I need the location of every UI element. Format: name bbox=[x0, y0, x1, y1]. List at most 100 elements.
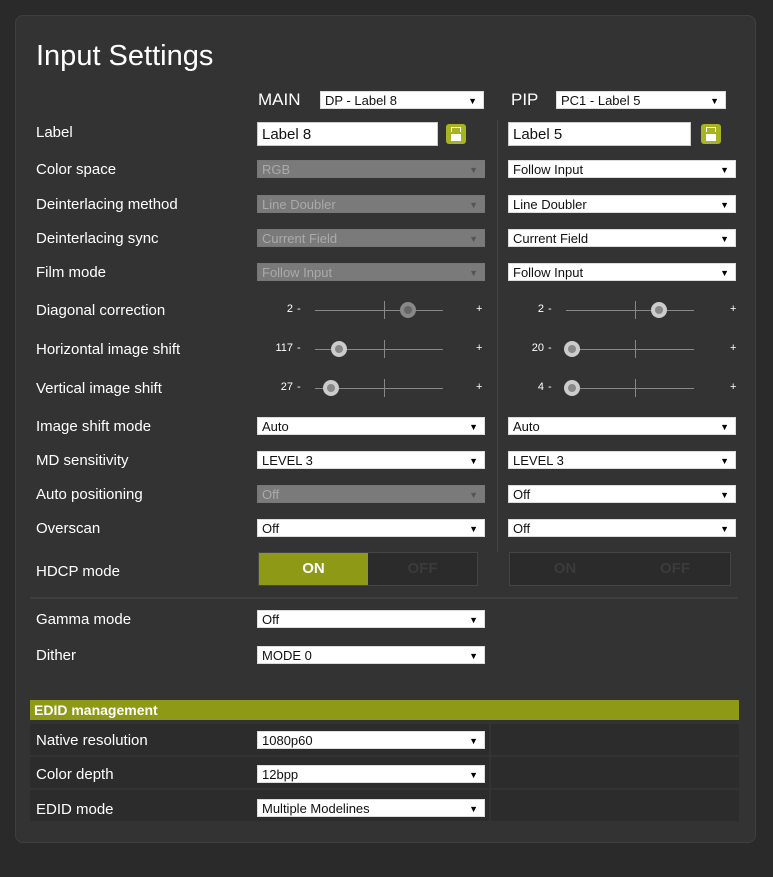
main-diagonal-slider: 2- + bbox=[257, 300, 487, 320]
chevron-down-icon: ▼ bbox=[469, 268, 478, 278]
native-resolution-value: 1080p60 bbox=[262, 733, 313, 748]
chevron-down-icon: ▼ bbox=[720, 422, 729, 432]
slider-center-tick bbox=[384, 340, 385, 358]
gamma-mode-select[interactable]: Off ▼ bbox=[257, 610, 485, 628]
slider-value: 4 bbox=[537, 381, 544, 393]
main-overscan-select[interactable]: Off ▼ bbox=[257, 519, 485, 537]
hdcp-off-option[interactable]: OFF bbox=[368, 553, 477, 585]
chevron-down-icon: ▼ bbox=[469, 422, 478, 432]
slider-value: 2 bbox=[286, 303, 293, 315]
main-save-icon[interactable] bbox=[446, 124, 466, 144]
main-hshift-slider[interactable]: 117- + bbox=[257, 339, 487, 359]
deint-sync-label: Deinterlacing sync bbox=[36, 230, 159, 247]
plus-sign: + bbox=[730, 342, 737, 354]
native-resolution-select[interactable]: 1080p60 ▼ bbox=[257, 731, 485, 749]
auto-positioning-label: Auto positioning bbox=[36, 486, 143, 503]
pip-md-sensitivity-value: LEVEL 3 bbox=[513, 453, 564, 468]
slider-value: 20 bbox=[531, 342, 544, 354]
hdcp-on-option[interactable]: ON bbox=[259, 553, 368, 585]
pip-shift-mode-select[interactable]: Auto ▼ bbox=[508, 417, 736, 435]
pip-deint-sync-value: Current Field bbox=[513, 231, 589, 246]
chevron-down-icon: ▼ bbox=[469, 234, 478, 244]
plus-sign: + bbox=[730, 381, 737, 393]
main-deint-sync-select: Current Field ▼ bbox=[257, 229, 485, 247]
pip-label-input[interactable]: Label 5 bbox=[508, 122, 691, 146]
pip-deint-sync-select[interactable]: Current Field ▼ bbox=[508, 229, 736, 247]
main-deint-method-select: Line Doubler ▼ bbox=[257, 195, 485, 213]
slider-knob[interactable] bbox=[651, 302, 667, 318]
slider-track bbox=[566, 388, 694, 389]
chevron-down-icon: ▼ bbox=[720, 524, 729, 534]
minus-sign: - bbox=[548, 342, 552, 354]
edid-row-right-cell bbox=[491, 757, 739, 788]
slider-center-tick bbox=[384, 379, 385, 397]
main-vshift-slider[interactable]: 27- + bbox=[257, 378, 487, 398]
main-label-input[interactable]: Label 8 bbox=[257, 122, 438, 146]
main-md-sensitivity-select[interactable]: LEVEL 3 ▼ bbox=[257, 451, 485, 469]
overscan-label: Overscan bbox=[36, 520, 101, 537]
chevron-down-icon: ▼ bbox=[469, 615, 478, 625]
edid-mode-select[interactable]: Multiple Modelines ▼ bbox=[257, 799, 485, 817]
dither-select[interactable]: MODE 0 ▼ bbox=[257, 646, 485, 664]
main-color-space-value: RGB bbox=[262, 162, 291, 177]
pip-vshift-slider[interactable]: 4- + bbox=[508, 378, 738, 398]
slider-value: 27 bbox=[280, 381, 293, 393]
main-film-mode-select: Follow Input ▼ bbox=[257, 263, 485, 281]
minus-sign: - bbox=[297, 381, 301, 393]
gamma-mode-value: Off bbox=[262, 612, 280, 627]
hdcp-mode-label: HDCP mode bbox=[36, 563, 120, 580]
pip-source-select[interactable]: PC1 - Label 5 ▼ bbox=[556, 91, 726, 109]
pip-diagonal-slider[interactable]: 2- + bbox=[508, 300, 738, 320]
pip-color-space-select[interactable]: Follow Input ▼ bbox=[508, 160, 736, 178]
slider-knob[interactable] bbox=[331, 341, 347, 357]
main-hdcp-toggle[interactable]: ON OFF bbox=[258, 552, 478, 586]
plus-sign: + bbox=[476, 342, 483, 354]
edid-mode-value: Multiple Modelines bbox=[262, 801, 370, 816]
main-color-space-select: RGB ▼ bbox=[257, 160, 485, 178]
pip-heading: PIP bbox=[511, 90, 539, 109]
chevron-down-icon: ▼ bbox=[720, 490, 729, 500]
minus-sign: - bbox=[297, 342, 301, 354]
slider-center-tick bbox=[635, 340, 636, 358]
slider-value: 117 bbox=[275, 342, 293, 354]
pip-hdcp-toggle: ON OFF bbox=[509, 552, 731, 586]
main-deint-method-value: Line Doubler bbox=[262, 197, 336, 212]
slider-knob[interactable] bbox=[564, 380, 580, 396]
page-title: Input Settings bbox=[36, 40, 214, 72]
diagonal-correction-label: Diagonal correction bbox=[36, 302, 166, 319]
chevron-down-icon: ▼ bbox=[469, 200, 478, 210]
slider-center-tick bbox=[635, 301, 636, 319]
main-source-value: DP - Label 8 bbox=[325, 93, 398, 108]
pip-hshift-slider[interactable]: 20- + bbox=[508, 339, 738, 359]
chevron-down-icon: ▼ bbox=[710, 96, 719, 106]
chevron-down-icon: ▼ bbox=[469, 456, 478, 466]
main-auto-positioning-select: Off ▼ bbox=[257, 485, 485, 503]
main-source-select[interactable]: DP - Label 8 ▼ bbox=[320, 91, 484, 109]
pip-color-space-value: Follow Input bbox=[513, 162, 584, 177]
pip-overscan-select[interactable]: Off ▼ bbox=[508, 519, 736, 537]
slider-knob[interactable] bbox=[323, 380, 339, 396]
plus-sign: + bbox=[730, 303, 737, 315]
color-depth-select[interactable]: 12bpp ▼ bbox=[257, 765, 485, 783]
slider-knob[interactable] bbox=[564, 341, 580, 357]
pip-auto-positioning-value: Off bbox=[513, 487, 531, 502]
chevron-down-icon: ▼ bbox=[720, 268, 729, 278]
pip-md-sensitivity-select[interactable]: LEVEL 3 ▼ bbox=[508, 451, 736, 469]
chevron-down-icon: ▼ bbox=[720, 234, 729, 244]
pip-film-mode-select[interactable]: Follow Input ▼ bbox=[508, 263, 736, 281]
md-sensitivity-label: MD sensitivity bbox=[36, 452, 129, 469]
pip-save-icon[interactable] bbox=[701, 124, 721, 144]
color-depth-value: 12bpp bbox=[262, 767, 299, 782]
deint-method-label: Deinterlacing method bbox=[36, 196, 178, 213]
main-shift-mode-select[interactable]: Auto ▼ bbox=[257, 417, 485, 435]
pip-auto-positioning-select[interactable]: Off ▼ bbox=[508, 485, 736, 503]
main-deint-sync-value: Current Field bbox=[262, 231, 338, 246]
plus-sign: + bbox=[476, 381, 483, 393]
main-md-sensitivity-value: LEVEL 3 bbox=[262, 453, 313, 468]
film-mode-label: Film mode bbox=[36, 264, 107, 281]
edid-mode-label: EDID mode bbox=[36, 801, 114, 818]
edid-row-right-cell bbox=[491, 790, 739, 821]
pip-source-value: PC1 - Label 5 bbox=[561, 93, 641, 108]
dither-label: Dither bbox=[36, 647, 77, 664]
pip-deint-method-select[interactable]: Line Doubler ▼ bbox=[508, 195, 736, 213]
